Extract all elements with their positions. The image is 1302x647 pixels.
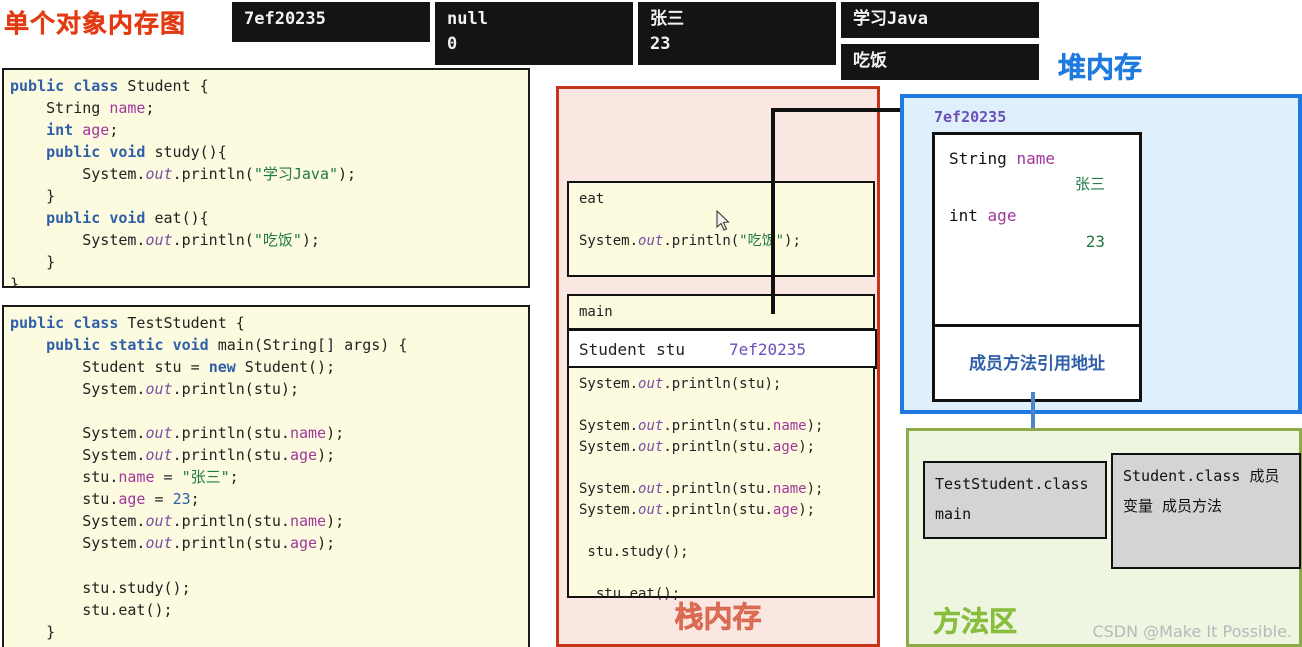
stack-variable-declaration: Student stu (579, 339, 685, 359)
stack-frame-main-name: main (579, 304, 613, 320)
stack-to-heap-connector-vertical (771, 108, 775, 314)
method-area-region: TestStudent.class main Student.class 成员变… (906, 428, 1302, 647)
stack-memory-region: eat System.out.println("吃饭"); main Stude… (556, 86, 880, 647)
stack-frame-main: main (567, 294, 875, 330)
class-entry-member-method: 成员方法 (1162, 497, 1223, 515)
class-title-student: Student.class (1123, 467, 1241, 485)
console-eat-output: 吃饭 (841, 44, 1039, 80)
heap-field-0-value: 张三 (1074, 175, 1105, 193)
code-block-student: public class Student { String name; int … (2, 68, 530, 288)
method-area-label: 方法区 (933, 605, 1018, 639)
mouse-cursor-icon (716, 210, 730, 231)
heap-method-reference-cell: 成员方法引用地址 (969, 354, 1105, 374)
method-area-class-test-student: TestStudent.class main (923, 461, 1107, 539)
stack-frame-eat-body: System.out.println("吃饭"); (579, 233, 801, 249)
heap-field-0-name: name (1016, 149, 1055, 168)
stack-memory-label: 栈内存 (674, 600, 762, 635)
memory-diagram-canvas: 单个对象内存图 7ef20235 null 0 张三 23 学习Java 吃饭 … (0, 0, 1302, 647)
heap-memory-label: 堆内存 (1058, 51, 1143, 85)
class-entry-main: main (935, 505, 972, 523)
heap-object-address: 7ef20235 (934, 108, 1007, 126)
stack-to-heap-connector-horizontal (771, 108, 917, 112)
heap-field-0-type: String (949, 149, 1007, 168)
stack-variable-row: Student stu 7ef20235 (567, 329, 877, 369)
watermark-text: CSDN @Make It Possible. (1092, 622, 1292, 641)
heap-field-1-name: age (987, 205, 1017, 225)
code-block-test-student: public class TestStudent { public static… (2, 305, 530, 647)
heap-object-box: String name 张三 int age 23 成员方法引用地址 (932, 132, 1142, 402)
heap-object-fields: String name 张三 int age 23 (935, 135, 1139, 327)
console-address-output: 7ef20235 (232, 2, 430, 42)
page-title: 单个对象内存图 (4, 9, 187, 38)
method-area-class-student: Student.class 成员变量 成员方法 (1111, 453, 1301, 569)
heap-field-1-type: int (949, 205, 978, 225)
heap-memory-region: 7ef20235 String name 张三 int age 23 成员方法引… (900, 94, 1302, 414)
stack-variable-value: 7ef20235 (728, 339, 807, 359)
console-null-zero-output: null 0 (435, 2, 633, 65)
console-name-age-output: 张三 23 (638, 2, 836, 65)
console-study-output: 学习Java (841, 2, 1039, 38)
stack-frame-main-body: System.out.println(stu); System.out.prin… (567, 366, 875, 602)
heap-field-1-value: 23 (1085, 231, 1105, 251)
stack-frame-eat-name: eat (579, 191, 605, 207)
class-title-test-student: TestStudent.class (935, 475, 1089, 493)
